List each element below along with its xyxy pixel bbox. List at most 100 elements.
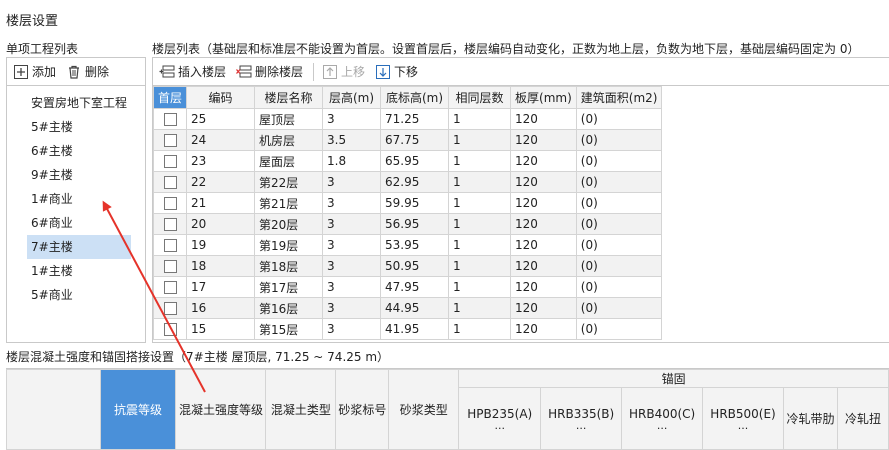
- table-row[interactable]: 18 第18层 3 50.95 1 120 (0): [153, 255, 663, 277]
- table-cell[interactable]: 16: [186, 297, 256, 319]
- table-cell[interactable]: 机房层: [254, 129, 324, 151]
- project-item[interactable]: 9#主楼: [7, 163, 133, 187]
- table-cell[interactable]: 120: [510, 234, 577, 256]
- table-cell[interactable]: 1: [448, 192, 512, 214]
- table-cell[interactable]: (0): [575, 276, 663, 298]
- project-item[interactable]: 5#主楼: [7, 115, 133, 139]
- first-floor-checkbox[interactable]: [163, 197, 177, 210]
- table-cell[interactable]: 3: [322, 213, 382, 235]
- project-item[interactable]: 安置房地下室工程: [7, 91, 133, 115]
- table-cell[interactable]: 41.95: [380, 318, 450, 340]
- table-row[interactable]: 17 第17层 3 47.95 1 120 (0): [153, 276, 663, 298]
- table-cell[interactable]: 屋面层: [254, 150, 324, 172]
- table-cell[interactable]: (0): [575, 129, 663, 151]
- first-floor-checkbox[interactable]: [163, 281, 177, 294]
- table-cell[interactable]: 120: [510, 276, 577, 298]
- table-cell[interactable]: 120: [510, 213, 577, 235]
- table-cell[interactable]: 22: [186, 171, 256, 193]
- table-cell[interactable]: 47.95: [380, 276, 450, 298]
- table-cell[interactable]: 15: [186, 318, 256, 340]
- table-cell[interactable]: 1: [448, 234, 512, 256]
- table-cell[interactable]: 1: [448, 255, 512, 277]
- table-cell[interactable]: (0): [575, 171, 663, 193]
- project-item[interactable]: 6#商业: [7, 211, 133, 235]
- table-cell[interactable]: 第19层: [254, 234, 324, 256]
- table-cell[interactable]: 屋顶层: [254, 108, 324, 130]
- table-cell[interactable]: 1: [448, 297, 512, 319]
- table-cell[interactable]: 59.95: [380, 192, 450, 214]
- project-item[interactable]: 1#主楼: [7, 259, 133, 283]
- table-cell[interactable]: 24: [186, 129, 256, 151]
- col-header-bottom-elevation[interactable]: 底标高(m): [380, 86, 450, 109]
- table-cell[interactable]: 23: [186, 150, 256, 172]
- col-header-mortar-grade[interactable]: 砂浆标号: [335, 369, 390, 450]
- table-cell[interactable]: 120: [510, 150, 577, 172]
- table-cell[interactable]: 1: [448, 150, 512, 172]
- table-cell[interactable]: 25: [186, 108, 256, 130]
- project-item-selected[interactable]: 7#主楼: [27, 235, 131, 259]
- table-cell[interactable]: 3: [322, 255, 382, 277]
- table-cell[interactable]: 1: [448, 171, 512, 193]
- table-cell[interactable]: (0): [575, 318, 663, 340]
- table-cell[interactable]: (0): [575, 255, 663, 277]
- table-cell[interactable]: 3.5: [322, 129, 382, 151]
- insert-floor-button[interactable]: 插入楼层: [159, 63, 226, 80]
- col-header-hpb235[interactable]: HPB235(A)...: [458, 387, 542, 450]
- first-floor-checkbox[interactable]: [163, 260, 177, 273]
- col-header-floor-height[interactable]: 层高(m): [322, 86, 382, 109]
- table-cell[interactable]: 67.75: [380, 129, 450, 151]
- table-row[interactable]: 24 机房层 3.5 67.75 1 120 (0): [153, 129, 663, 151]
- table-cell[interactable]: 第15层: [254, 318, 324, 340]
- table-cell[interactable]: (0): [575, 150, 663, 172]
- table-cell[interactable]: 第22层: [254, 171, 324, 193]
- table-cell[interactable]: 第16层: [254, 297, 324, 319]
- col-header-hrb500[interactable]: HRB500(E)...: [702, 387, 784, 450]
- table-cell[interactable]: 1: [448, 213, 512, 235]
- table-cell[interactable]: 1.8: [322, 150, 382, 172]
- table-cell[interactable]: 3: [322, 276, 382, 298]
- table-cell[interactable]: 19: [186, 234, 256, 256]
- table-cell[interactable]: 120: [510, 192, 577, 214]
- col-header-floor-area[interactable]: 建筑面积(m2): [575, 86, 663, 109]
- delete-project-button[interactable]: 删除: [66, 63, 109, 80]
- col-header-mortar-type[interactable]: 砂浆类型: [388, 369, 460, 450]
- table-cell[interactable]: 120: [510, 129, 577, 151]
- table-cell[interactable]: 71.25: [380, 108, 450, 130]
- col-header-seismic-grade[interactable]: 抗震等级: [99, 369, 177, 450]
- table-cell[interactable]: 65.95: [380, 150, 450, 172]
- first-floor-checkbox[interactable]: [163, 302, 177, 315]
- col-header-cold-rolled-ribbed[interactable]: 冷轧带肋: [783, 387, 838, 450]
- col-header-code[interactable]: 编码: [186, 86, 256, 109]
- table-cell[interactable]: 120: [510, 108, 577, 130]
- table-cell[interactable]: 20: [186, 213, 256, 235]
- table-row[interactable]: 22 第22层 3 62.95 1 120 (0): [153, 171, 663, 193]
- table-cell[interactable]: 1: [448, 318, 512, 340]
- table-row[interactable]: 23 屋面层 1.8 65.95 1 120 (0): [153, 150, 663, 172]
- table-cell[interactable]: 第17层: [254, 276, 324, 298]
- table-cell[interactable]: 18: [186, 255, 256, 277]
- table-cell[interactable]: 120: [510, 297, 577, 319]
- first-floor-checkbox[interactable]: [163, 155, 177, 168]
- table-cell[interactable]: (0): [575, 297, 663, 319]
- col-header-same-floors[interactable]: 相同层数: [448, 86, 512, 109]
- first-floor-checkbox[interactable]: [163, 218, 177, 231]
- first-floor-checkbox[interactable]: [163, 323, 177, 336]
- move-down-button[interactable]: 下移: [375, 63, 418, 80]
- table-cell[interactable]: 3: [322, 171, 382, 193]
- table-cell[interactable]: (0): [575, 108, 663, 130]
- delete-floor-button[interactable]: 删除楼层: [236, 63, 303, 80]
- col-header-hrb335[interactable]: HRB335(B)...: [540, 387, 623, 450]
- add-project-button[interactable]: 添加: [13, 63, 56, 80]
- table-cell[interactable]: 第20层: [254, 213, 324, 235]
- first-floor-checkbox[interactable]: [163, 239, 177, 252]
- table-cell[interactable]: 3: [322, 234, 382, 256]
- table-cell[interactable]: 120: [510, 171, 577, 193]
- table-cell[interactable]: 1: [448, 276, 512, 298]
- col-header-slab-thickness[interactable]: 板厚(mm): [510, 86, 577, 109]
- first-floor-checkbox[interactable]: [163, 176, 177, 189]
- first-floor-checkbox[interactable]: [163, 113, 177, 126]
- table-cell[interactable]: 21: [186, 192, 256, 214]
- table-cell[interactable]: 3: [322, 192, 382, 214]
- table-cell[interactable]: 56.95: [380, 213, 450, 235]
- col-header-first-floor[interactable]: 首层: [153, 86, 188, 109]
